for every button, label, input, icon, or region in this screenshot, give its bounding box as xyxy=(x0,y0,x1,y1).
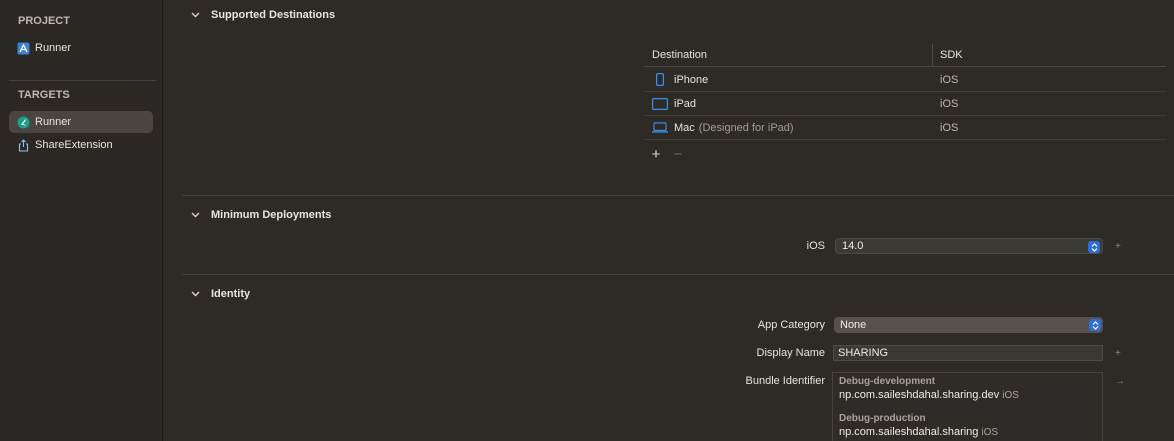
iphone-icon xyxy=(652,73,668,86)
identity-header[interactable]: Identity xyxy=(188,288,250,300)
chevron-down-icon xyxy=(188,12,202,18)
target-general-settings: Supported Destinations Destination SDK i… xyxy=(164,0,1174,441)
add-destination-button[interactable]: + xyxy=(648,146,664,163)
xcode-project-icon xyxy=(17,42,30,55)
table-row[interactable]: iPad iOS xyxy=(644,92,1166,116)
destination-name: Mac xyxy=(674,121,695,134)
minimum-deployments-header[interactable]: Minimum Deployments xyxy=(188,209,331,221)
remove-destination-button[interactable]: − xyxy=(670,146,686,163)
project-section-header: PROJECT xyxy=(18,15,70,27)
ipad-icon xyxy=(652,97,668,110)
destination-sdk: iOS xyxy=(940,97,959,110)
bundle-identifier-list: Debug-development np.com.saileshdahal.sh… xyxy=(832,372,1103,441)
table-row[interactable]: iPhone iOS xyxy=(644,68,1166,92)
bundle-identifier-arrow-button[interactable]: → xyxy=(1115,376,1125,387)
section-divider xyxy=(182,274,1174,275)
chevron-up-down-icon xyxy=(1088,241,1100,253)
table-header-row: Destination SDK xyxy=(644,44,1166,67)
supported-destinations-header[interactable]: Supported Destinations xyxy=(188,9,335,21)
chevron-down-icon xyxy=(188,291,202,297)
list-item[interactable]: Debug-production np.com.saileshdahal.sha… xyxy=(839,413,998,438)
app-category-popup[interactable]: None xyxy=(834,317,1103,333)
app-category-label: App Category xyxy=(757,319,825,331)
chevron-down-icon xyxy=(188,212,202,218)
destination-name: iPhone xyxy=(674,73,709,86)
mac-laptop-icon xyxy=(652,122,668,133)
section-divider xyxy=(182,195,1174,196)
sidebar-item-label: ShareExtension xyxy=(35,139,113,151)
add-display-name-variant-button[interactable]: + xyxy=(1115,348,1121,359)
destination-note: (Designed for iPad) xyxy=(698,121,794,134)
add-deployment-button[interactable]: + xyxy=(1115,241,1121,252)
share-extension-icon xyxy=(17,138,30,152)
sidebar: PROJECT Runner TARGETS Runner ShareExten… xyxy=(0,0,163,441)
bundle-identifier-value: np.com.saileshdahal.sharing.dev xyxy=(839,389,1000,401)
flutter-app-icon xyxy=(17,116,30,129)
ios-deployment-label: iOS xyxy=(806,240,825,252)
chevron-up-down-icon xyxy=(1089,319,1101,331)
list-item[interactable]: Debug-development np.com.saileshdahal.sh… xyxy=(839,376,1019,401)
destination-sdk: iOS xyxy=(940,73,959,86)
sidebar-item-target-runner[interactable]: Runner xyxy=(9,111,153,133)
column-separator xyxy=(932,44,933,67)
column-header-destination[interactable]: Destination xyxy=(652,49,707,61)
display-name-label: Display Name xyxy=(756,347,825,359)
targets-section-header: TARGETS xyxy=(18,89,70,101)
destination-add-remove: + − xyxy=(648,146,686,163)
bundle-platform: iOS xyxy=(981,427,999,438)
bundle-identifier-label: Bundle Identifier xyxy=(745,375,826,387)
section-title: Supported Destinations xyxy=(211,9,336,21)
ios-deployment-target-popup[interactable]: 14.0 xyxy=(835,238,1103,254)
bundle-platform: iOS xyxy=(1002,390,1019,401)
section-title: Minimum Deployments xyxy=(211,209,332,221)
bundle-config-name: Debug-production xyxy=(839,413,926,424)
sidebar-item-label: Runner xyxy=(35,42,72,54)
bundle-identifier-value: np.com.saileshdahal.sharing xyxy=(839,426,979,438)
bundle-config-name: Debug-development xyxy=(839,376,936,387)
column-header-sdk[interactable]: SDK xyxy=(940,49,963,61)
sidebar-item-target-shareextension[interactable]: ShareExtension xyxy=(9,134,153,156)
table-row[interactable]: Mac (Designed for iPad) iOS xyxy=(644,116,1166,140)
popup-value: None xyxy=(840,319,867,331)
sidebar-item-label: Runner xyxy=(35,116,72,128)
sidebar-item-project-runner[interactable]: Runner xyxy=(9,37,153,59)
destination-sdk: iOS xyxy=(940,121,959,134)
sidebar-divider xyxy=(9,80,156,81)
destination-name: iPad xyxy=(674,97,697,110)
display-name-field[interactable]: SHARING xyxy=(833,345,1103,361)
popup-value: 14.0 xyxy=(842,240,864,252)
section-title: Identity xyxy=(211,288,251,300)
